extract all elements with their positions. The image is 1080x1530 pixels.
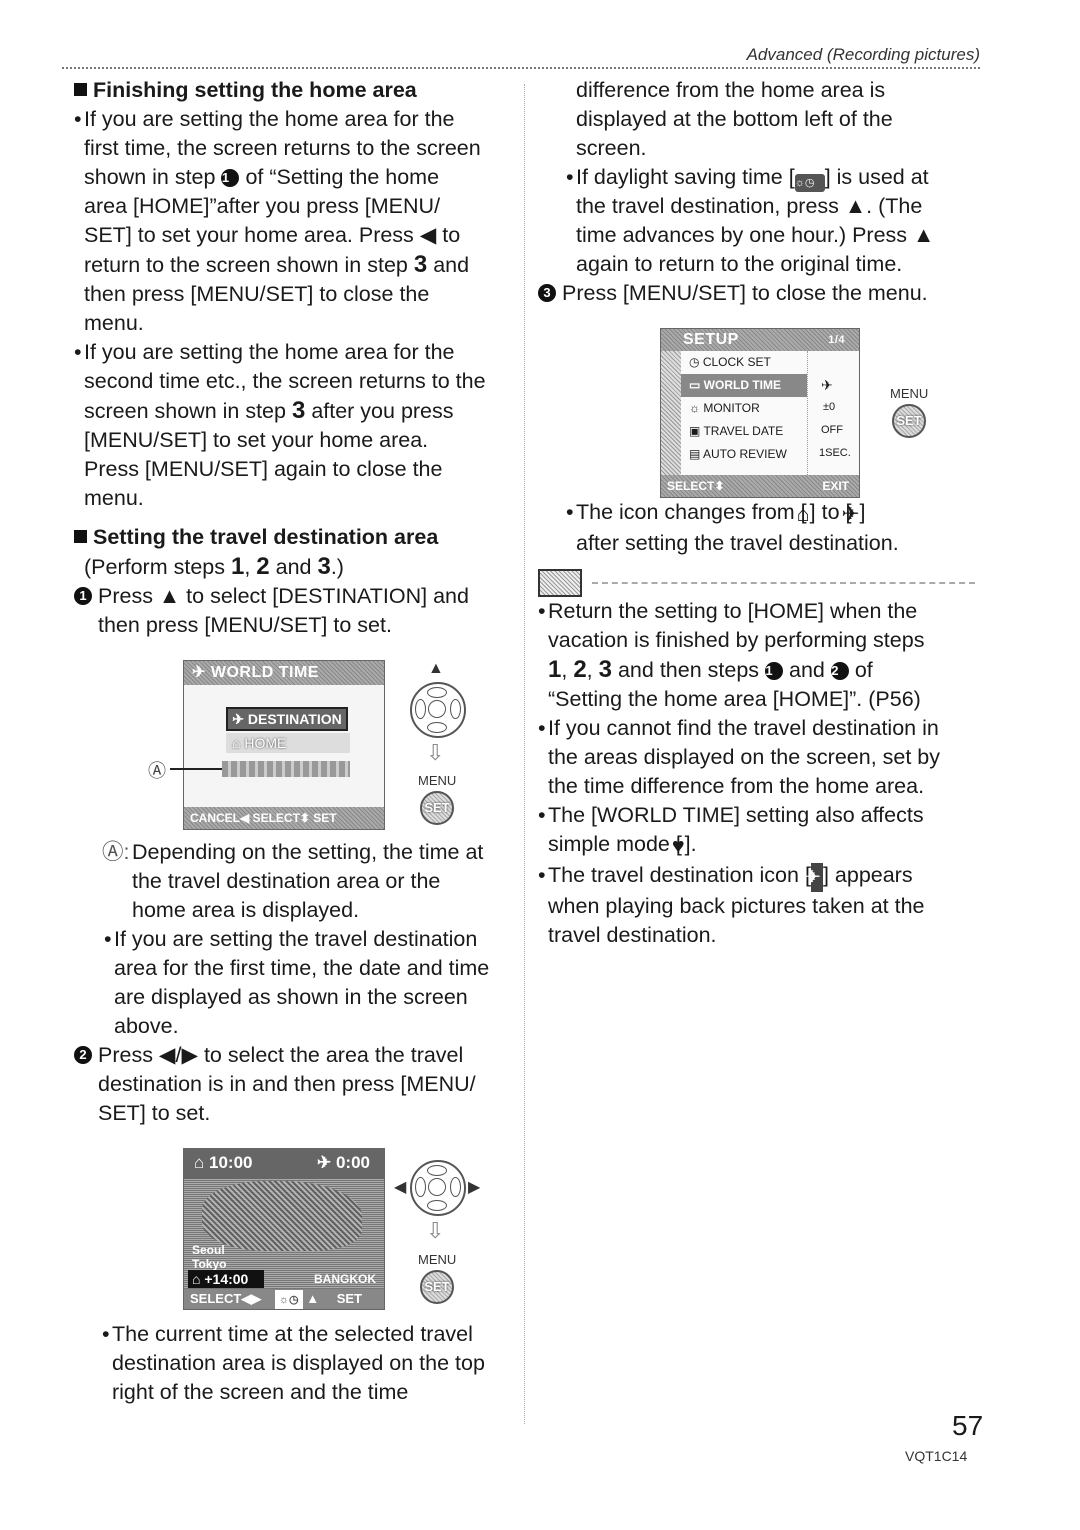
region-label: BANGKOK	[314, 1272, 376, 1286]
step-3: 3 Press [MENU/SET] to close the menu.	[538, 279, 983, 308]
tab-strip	[661, 351, 681, 475]
note-icon	[538, 568, 582, 597]
step-3-icon: 3	[538, 284, 556, 302]
callout-line	[170, 768, 222, 770]
menu-set-button[interactable]: SET	[420, 791, 454, 825]
auto-review-value: 1SEC.	[819, 447, 851, 459]
left-column: Finishing setting the home area • If you …	[74, 76, 514, 640]
world-time-screen: ✈ WORLD TIME ✈ DESTINATION ⌂ HOME CANCEL…	[183, 660, 385, 830]
step-1-icon: 1	[74, 587, 92, 605]
up-arrow-icon: ▲	[428, 660, 444, 677]
screen-footer: CANCEL◀ SELECT⬍ SET	[184, 807, 384, 829]
destination-time: ✈ 0:00	[317, 1153, 370, 1172]
note-travel-icon: • The travel destination icon [✈] appears…	[538, 863, 925, 947]
bullet-first-destination: • If you are setting the travel destinati…	[104, 927, 490, 1038]
note-cannot-find: • If you cannot find the travel destinati…	[538, 716, 941, 798]
perform-steps: (Perform steps 1, 2 and 3.)	[84, 553, 344, 580]
travel-date-value: OFF	[821, 424, 843, 436]
menu-set-button[interactable]: SET	[892, 404, 926, 438]
note-a: Ⓐ: Depending on the setting, the time at…	[102, 840, 484, 922]
right-column-notes: • The icon changes from [⌂] to [✈] after …	[538, 498, 983, 950]
header-divider	[62, 67, 980, 69]
travel-destination-icon: ✈	[803, 863, 823, 892]
page-number: 57	[952, 1410, 984, 1441]
left-arrow-icon: ◀	[394, 1179, 407, 1196]
bullet-icon-change: • The icon changes from [⌂] to [✈] after …	[566, 500, 899, 555]
column-divider	[524, 84, 525, 1424]
note-world-time: • The [WORLD TIME] setting also affects s…	[538, 801, 983, 861]
menu-label: MENU	[418, 1252, 457, 1267]
monitor-value: ±0	[823, 401, 836, 413]
bullet-current-time: • The current time at the selected travel…	[102, 1322, 485, 1404]
arrow-down-icon: ⇩	[426, 740, 445, 765]
callout-a-label: Ⓐ	[148, 761, 166, 781]
screen-title: SETUP	[683, 331, 739, 348]
world-time-value: ✈	[821, 377, 833, 393]
screen-footer: SELECT⬍ EXIT	[661, 475, 859, 497]
screen-title: ✈ WORLD TIME	[184, 661, 384, 685]
bullet-first-time: • If you are setting the home area for th…	[74, 107, 481, 335]
page-indicator: 1/4	[828, 334, 845, 346]
time-display-bar	[222, 761, 350, 777]
step-1: 1 Press ▲ to select [DESTINATION] and the…	[74, 582, 514, 640]
heading-travel: Setting the travel destination area	[74, 523, 514, 552]
time-offset: ⌂ +14:00	[188, 1270, 264, 1288]
bullet-second-time: • If you are setting the home area for th…	[74, 340, 486, 510]
menu-label: MENU	[418, 773, 457, 788]
menu-item-world-time[interactable]: ▭ WORLD TIME	[681, 374, 807, 397]
daylight-saving-icon: ☼◷	[794, 174, 825, 192]
dst-icon: ☼◷	[274, 1290, 303, 1309]
dpad-icon[interactable]	[410, 682, 466, 738]
square-bullet-icon	[74, 530, 87, 543]
menu-set-button[interactable]: SET	[420, 1270, 454, 1304]
continued-text: difference from the home area is displaye…	[576, 78, 893, 160]
step-2: 2 Press ◀/▶ to select the area the trave…	[74, 1041, 514, 1128]
world-map-image	[202, 1181, 362, 1251]
bullet-daylight: • If daylight saving time [☼◷] is used at…	[566, 165, 935, 276]
city-seoul: Seoul	[192, 1243, 225, 1257]
right-column: difference from the home area is displaye…	[538, 76, 983, 308]
setup-screen: SETUP 1/4 ◷ CLOCK SET ▭ WORLD TIME ☼ MON…	[660, 328, 860, 498]
destination-option[interactable]: ✈ DESTINATION	[226, 707, 348, 731]
city-tokyo: Tokyo	[192, 1257, 227, 1271]
menu-label: MENU	[890, 386, 929, 401]
right-arrow-icon: ▶	[468, 1179, 481, 1196]
section-title: Advanced (Recording pictures)	[746, 45, 980, 64]
world-map-screen: ⌂ 10:00 ✈ 0:00 Seoul Tokyo ⌂ +14:00 BANG…	[183, 1148, 385, 1310]
square-bullet-icon	[74, 83, 87, 96]
menu-item-auto-review[interactable]: ▤ AUTO REVIEW	[681, 443, 807, 466]
screen-footer: SELECT◀▶ ☼◷ ▲ SET	[184, 1289, 384, 1309]
document-code: VQT1C14	[905, 1448, 968, 1464]
note-separator	[538, 568, 983, 597]
step-2-icon: 2	[830, 662, 849, 680]
menu-item-clock-set[interactable]: ◷ CLOCK SET	[681, 351, 807, 374]
menu-item-travel-date[interactable]: ▣ TRAVEL DATE	[681, 420, 807, 443]
left-column-continued: Ⓐ: Depending on the setting, the time at…	[74, 838, 514, 1128]
step-2-icon: 2	[74, 1046, 92, 1064]
step-1-icon: 1	[765, 662, 784, 680]
heading-finishing: Finishing setting the home area	[74, 76, 514, 105]
step-1-icon: 1	[221, 169, 240, 187]
note-return-home: • Return the setting to [HOME] when the v…	[538, 599, 925, 711]
home-time: ⌂ 10:00	[194, 1153, 253, 1172]
dpad-icon[interactable]	[410, 1160, 466, 1216]
menu-item-monitor[interactable]: ☼ MONITOR	[681, 397, 807, 420]
arrow-down-icon: ⇩	[426, 1218, 445, 1243]
airplane-icon: ✈	[841, 502, 860, 526]
home-option[interactable]: ⌂ HOME	[226, 733, 350, 753]
